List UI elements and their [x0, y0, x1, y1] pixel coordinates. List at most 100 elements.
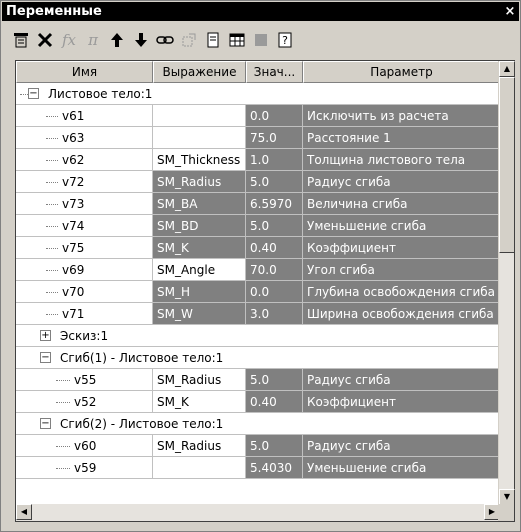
- var-parameter: Исключить из расчета: [303, 105, 500, 127]
- table-body: − Листовое тело:1 v61 0.0 Исключить из р…: [16, 83, 500, 501]
- table-row[interactable]: v72 SM_Radius 5.0 Радиус сгиба: [16, 171, 500, 193]
- var-name: v73: [62, 197, 85, 211]
- table-row[interactable]: v73 SM_BA 6.5970 Величина сгиба: [16, 193, 500, 215]
- var-parameter: Глубина освобождения сгиба: [303, 281, 500, 303]
- column-header-parameter[interactable]: Параметр: [303, 61, 500, 83]
- var-expression[interactable]: [153, 457, 246, 479]
- column-header-value[interactable]: Знач...: [246, 61, 303, 83]
- var-value[interactable]: 0.0: [246, 105, 303, 127]
- close-icon[interactable]: ×: [503, 2, 517, 21]
- scroll-up-icon[interactable]: ▲: [499, 61, 515, 77]
- collapse-icon[interactable]: −: [40, 352, 51, 363]
- link-icon[interactable]: [155, 29, 175, 51]
- toolbar: fx π ?: [3, 23, 517, 57]
- table-row[interactable]: v52 SM_K 0.40 Коэффициент: [16, 391, 500, 413]
- table-row[interactable]: v75 SM_K 0.40 Коэффициент: [16, 237, 500, 259]
- var-value[interactable]: 75.0: [246, 127, 303, 149]
- var-parameter: Величина сгиба: [303, 193, 500, 215]
- var-parameter: Радиус сгиба: [303, 171, 500, 193]
- var-value[interactable]: 5.0: [246, 215, 303, 237]
- var-value[interactable]: 0.40: [246, 391, 303, 413]
- collapse-icon[interactable]: −: [28, 88, 39, 99]
- var-value[interactable]: 5.0: [246, 369, 303, 391]
- table-row[interactable]: v71 SM_W 3.0 Ширина освобождения сгиба: [16, 303, 500, 325]
- var-parameter: Радиус сгиба: [303, 369, 500, 391]
- var-value[interactable]: 0.0: [246, 281, 303, 303]
- table-row[interactable]: v74 SM_BD 5.0 Уменьшение сгиба: [16, 215, 500, 237]
- vertical-scrollbar[interactable]: ▲ ▼: [498, 61, 515, 505]
- table-row[interactable]: v70 SM_H 0.0 Глубина освобождения сгиба: [16, 281, 500, 303]
- table-row[interactable]: v69 SM_Angle 70.0 Угол сгиба: [16, 259, 500, 281]
- variable-table-icon[interactable]: [11, 29, 31, 51]
- var-expression[interactable]: SM_Radius: [153, 171, 246, 193]
- table-row[interactable]: v55 SM_Radius 5.0 Радиус сгиба: [16, 369, 500, 391]
- help-icon[interactable]: ?: [275, 29, 295, 51]
- var-value[interactable]: 1.0: [246, 149, 303, 171]
- column-header-expression[interactable]: Выражение: [153, 61, 246, 83]
- scroll-left-icon[interactable]: ◀: [16, 504, 32, 520]
- var-expression[interactable]: SM_H: [153, 281, 246, 303]
- var-expression[interactable]: SM_BD: [153, 215, 246, 237]
- var-parameter: Радиус сгиба: [303, 435, 500, 457]
- var-parameter: Толщина листового тела: [303, 149, 500, 171]
- var-expression[interactable]: SM_Thickness: [153, 149, 246, 171]
- table-row[interactable]: v61 0.0 Исключить из расчета: [16, 105, 500, 127]
- var-expression[interactable]: SM_BA: [153, 193, 246, 215]
- window-title: Переменные: [6, 4, 102, 19]
- var-name: v70: [62, 285, 85, 299]
- move-up-icon[interactable]: [107, 29, 127, 51]
- table-row[interactable]: v62 SM_Thickness 1.0 Толщина листового т…: [16, 149, 500, 171]
- tree-group-row[interactable]: − Сгиб(1) - Листовое тело:1: [16, 347, 500, 369]
- var-parameter: Уменьшение сгиба: [303, 215, 500, 237]
- variables-window: Переменные × fx π ? Имя Выражение Знач..…: [0, 0, 521, 532]
- var-value[interactable]: 6.5970: [246, 193, 303, 215]
- tree-group-row[interactable]: − Листовое тело:1: [16, 83, 500, 105]
- external-link-icon[interactable]: [179, 29, 199, 51]
- table-row[interactable]: v59 5.4030 Уменьшение сгиба: [16, 457, 500, 479]
- var-expression[interactable]: SM_K: [153, 237, 246, 259]
- var-name: v59: [74, 461, 97, 475]
- var-expression[interactable]: [153, 127, 246, 149]
- var-expression[interactable]: SM_Radius: [153, 435, 246, 457]
- tree-group-row[interactable]: − Сгиб(2) - Листовое тело:1: [16, 413, 500, 435]
- var-expression[interactable]: SM_Radius: [153, 369, 246, 391]
- var-name: v60: [74, 439, 97, 453]
- var-name: v69: [62, 263, 85, 277]
- horizontal-scrollbar[interactable]: ◀ ▶: [16, 504, 500, 521]
- var-expression[interactable]: SM_Angle: [153, 259, 246, 281]
- insert-icon[interactable]: [203, 29, 223, 51]
- var-value[interactable]: 70.0: [246, 259, 303, 281]
- function-icon[interactable]: fx: [59, 29, 79, 51]
- delete-icon[interactable]: [35, 29, 55, 51]
- var-expression[interactable]: [153, 105, 246, 127]
- column-header-name[interactable]: Имя: [16, 61, 153, 83]
- var-parameter: Коэффициент: [303, 391, 500, 413]
- var-name: v62: [62, 153, 85, 167]
- var-value[interactable]: 5.0: [246, 171, 303, 193]
- pi-icon[interactable]: π: [83, 29, 103, 51]
- table-header: Имя Выражение Знач... Параметр: [16, 61, 500, 83]
- table-row[interactable]: v60 SM_Radius 5.0 Радиус сгиба: [16, 435, 500, 457]
- var-expression[interactable]: SM_K: [153, 391, 246, 413]
- book-icon[interactable]: [251, 29, 271, 51]
- expand-icon[interactable]: +: [40, 330, 51, 341]
- var-value[interactable]: 5.0: [246, 435, 303, 457]
- table-icon[interactable]: [227, 29, 247, 51]
- var-value[interactable]: 5.4030: [246, 457, 303, 479]
- var-name: v74: [62, 219, 85, 233]
- scroll-down-icon[interactable]: ▼: [499, 489, 515, 505]
- var-value[interactable]: 3.0: [246, 303, 303, 325]
- group-label: Эскиз:1: [60, 329, 109, 343]
- var-name: v75: [62, 241, 85, 255]
- scroll-thumb[interactable]: [499, 77, 515, 253]
- var-expression[interactable]: SM_W: [153, 303, 246, 325]
- tree-group-row[interactable]: + Эскиз:1: [16, 325, 500, 347]
- move-down-icon[interactable]: [131, 29, 151, 51]
- var-parameter: Ширина освобождения сгиба: [303, 303, 500, 325]
- var-value[interactable]: 0.40: [246, 237, 303, 259]
- collapse-icon[interactable]: −: [40, 418, 51, 429]
- svg-text:?: ?: [282, 34, 288, 47]
- table-row[interactable]: v63 75.0 Расстояние 1: [16, 127, 500, 149]
- var-name: v55: [74, 373, 97, 387]
- var-parameter: Уменьшение сгиба: [303, 457, 500, 479]
